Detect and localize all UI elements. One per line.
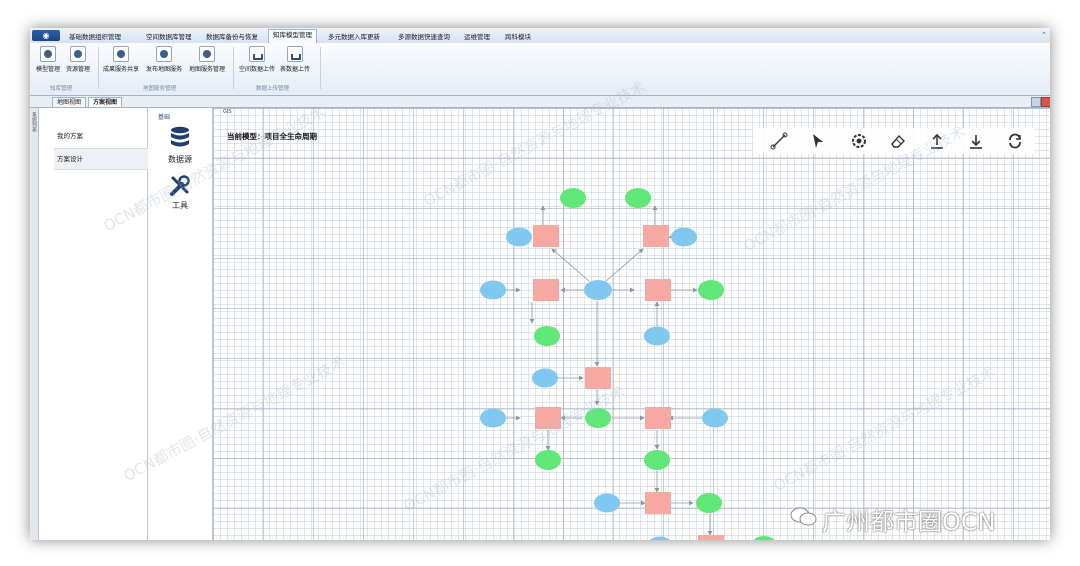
group-label-map-service: 地图服务管理 <box>143 86 177 92</box>
input-node[interactable] <box>671 227 697 247</box>
tools-icon <box>170 175 190 196</box>
wechat-logo-icon <box>790 506 818 528</box>
map-service-icon <box>199 46 215 62</box>
spatial-upload-button[interactable]: 空间数据上传 <box>239 46 275 73</box>
share-icon <box>113 46 129 62</box>
tool-node[interactable] <box>645 492 671 514</box>
tool-nodes <box>533 225 724 540</box>
input-node[interactable] <box>584 280 612 300</box>
side-strip[interactable]: 系统列表 <box>30 108 39 540</box>
input-node[interactable] <box>644 326 670 346</box>
tool-node[interactable] <box>643 225 669 247</box>
table-upload-icon <box>287 46 303 62</box>
menu-item-spatial-db[interactable]: 空间数据库管理 <box>146 31 192 41</box>
ribbon-separator <box>233 47 234 89</box>
publish-map-button[interactable]: 发布地图服务 <box>146 46 182 73</box>
settings-gear-icon[interactable] <box>849 131 869 151</box>
output-node[interactable] <box>696 493 722 513</box>
tools-label: 工具 <box>172 201 188 210</box>
input-node[interactable] <box>480 280 506 300</box>
menu-item-extra[interactable]: 跨科模块 <box>505 31 531 41</box>
output-node[interactable] <box>585 408 611 428</box>
tab-map-view[interactable]: 地图视图 <box>52 97 87 107</box>
clear-eraser-icon[interactable] <box>888 131 908 151</box>
output-node[interactable] <box>698 280 724 300</box>
input-node[interactable] <box>480 408 506 428</box>
map-service-button[interactable]: 地图服务管理 <box>189 46 225 73</box>
tool-node[interactable] <box>645 279 671 301</box>
app-window: ◉ 基础数据组织管理 空间数据库管理 数据库备份与恢复 知库模型管理 多元数据入… <box>30 28 1050 540</box>
output-node[interactable] <box>535 450 561 470</box>
tool-node[interactable] <box>698 535 724 540</box>
connector-line-icon[interactable] <box>769 131 789 151</box>
tab-plan-view[interactable]: 方案视图 <box>88 97 123 107</box>
spatial-upload-label: 空间数据上传 <box>239 66 276 73</box>
side-strip-label: 系统列表 <box>31 112 37 132</box>
output-node[interactable] <box>751 536 777 540</box>
group-label-upload: 数据上传管理 <box>256 86 290 92</box>
view-tab-bar: 地图视图 方案视图 <box>30 96 1050 108</box>
share-service-label: 成果服务共享 <box>103 66 140 73</box>
tool-node[interactable] <box>645 407 671 429</box>
nav-item-my-plans[interactable]: 我的方案 <box>57 130 83 140</box>
collapse-ribbon-icon[interactable]: ⌃ <box>1041 31 1047 39</box>
ribbon: 模型管理 资源管理 成果服务共享 发布地图服务 地图服务管理 空间数据上传 表数… <box>30 43 1050 96</box>
datasource-label: 数据源 <box>168 155 192 164</box>
input-node[interactable] <box>532 368 558 388</box>
minimize-panel-icon[interactable] <box>1031 97 1041 107</box>
menu-item-backup[interactable]: 数据库备份与恢复 <box>206 31 258 41</box>
database-icon <box>171 126 189 147</box>
model-canvas[interactable]: GIS 当前模型：项目全生命周期 <box>213 108 1050 540</box>
model-manage-button[interactable]: 模型管理 <box>36 46 60 73</box>
app-menu-button[interactable]: ◉ <box>32 30 60 41</box>
canvas-toolbar <box>753 128 1035 154</box>
menu-item-basic-data[interactable]: 基础数据组织管理 <box>69 31 121 41</box>
share-service-button[interactable]: 成果服务共享 <box>103 46 139 73</box>
workflow-diagram <box>480 188 777 541</box>
menu-bar: ◉ 基础数据组织管理 空间数据库管理 数据库备份与恢复 知库模型管理 多元数据入… <box>30 28 1050 44</box>
menu-item-ops[interactable]: 运维管理 <box>464 31 490 41</box>
ribbon-separator <box>98 47 99 89</box>
pointer-arrow-icon[interactable] <box>808 131 828 151</box>
publish-map-label: 发布地图服务 <box>146 66 183 73</box>
menu-item-quick-query[interactable]: 多源数据快速查询 <box>398 31 450 41</box>
plan-nav-panel: 我的方案 方案设计 <box>39 108 149 540</box>
output-node[interactable] <box>644 450 670 470</box>
model-gear-icon <box>40 46 56 62</box>
tool-node[interactable] <box>533 225 559 247</box>
resource-manage-button[interactable]: 资源管理 <box>66 46 90 73</box>
publish-globe-icon <box>156 46 172 62</box>
tools-tool[interactable]: 工具 <box>160 174 200 211</box>
tools-panel-title: 基础 <box>158 114 171 121</box>
tools-panel: 基础 数据源 工具 <box>148 108 213 540</box>
output-node[interactable] <box>625 188 651 208</box>
resource-manage-label: 资源管理 <box>66 66 91 73</box>
datasource-tool[interactable]: 数据源 <box>160 126 200 165</box>
input-node[interactable] <box>594 493 620 513</box>
close-panel-icon[interactable] <box>1041 97 1050 107</box>
upload-icon[interactable] <box>927 131 947 151</box>
wechat-account-label: 广州都市圈OCN <box>822 508 996 536</box>
table-upload-label: 表数据上传 <box>280 66 311 73</box>
output-node[interactable] <box>560 188 586 208</box>
refresh-icon[interactable] <box>1005 131 1025 151</box>
group-label-knowledge: 知库管理 <box>50 86 73 92</box>
output-node[interactable] <box>534 326 560 346</box>
spatial-upload-icon <box>249 46 265 62</box>
ribbon-separator <box>320 47 321 89</box>
download-icon[interactable] <box>966 131 986 151</box>
tool-node[interactable] <box>535 407 561 429</box>
nav-item-plan-design[interactable]: 方案设计 <box>54 148 149 170</box>
input-node[interactable] <box>702 408 728 428</box>
resource-db-icon <box>70 46 86 62</box>
tool-node[interactable] <box>533 279 559 301</box>
menu-item-data-update[interactable]: 多元数据入库更新 <box>328 31 380 41</box>
model-manage-label: 模型管理 <box>36 66 61 73</box>
input-node[interactable] <box>506 227 532 247</box>
map-service-label: 地图服务管理 <box>189 66 226 73</box>
table-upload-button[interactable]: 表数据上传 <box>280 46 310 73</box>
tool-node[interactable] <box>585 367 611 389</box>
menu-item-model-mgmt[interactable]: 知库模型管理 <box>268 29 317 43</box>
input-node[interactable] <box>647 536 673 541</box>
